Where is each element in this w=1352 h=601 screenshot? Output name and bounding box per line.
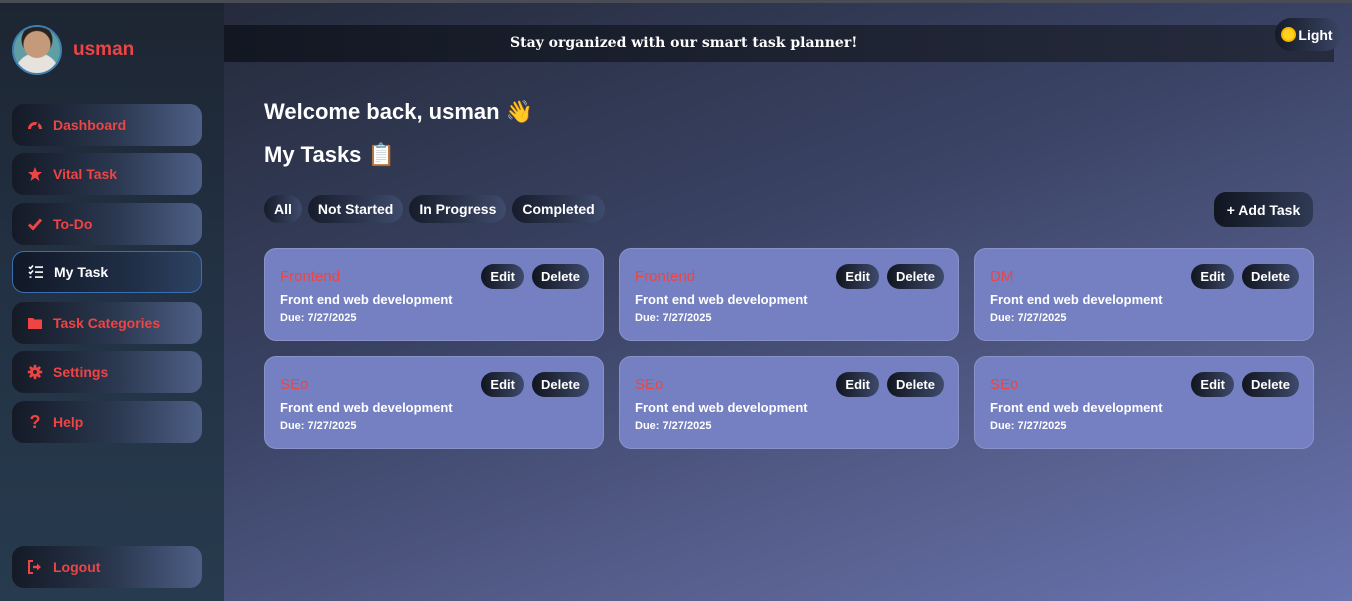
sidebar-item-label: My Task [54,264,109,280]
sidebar-item-help[interactable]: ? Help [12,401,202,443]
sidebar-item-label: Task Categories [53,315,161,331]
sidebar-item-todo[interactable]: To-Do [12,203,202,245]
logout-button[interactable]: Logout [12,546,202,588]
sidebar-item-label: Help [53,414,84,430]
sidebar-item-label: Vital Task [53,166,118,182]
star-icon [26,165,44,183]
logout-icon [26,558,44,576]
task-card: SEo Edit Delete Front end web developmen… [619,356,959,449]
task-category: Frontend [635,268,696,285]
task-description: Front end web development [280,292,453,307]
list-check-icon [27,263,45,281]
delete-button[interactable]: Delete [1241,264,1299,289]
add-task-button[interactable]: + Add Task [1214,192,1313,227]
theme-label: Light [1298,26,1333,43]
delete-button[interactable]: Delete [531,264,589,289]
task-actions: Edit Delete [836,372,944,397]
task-category: DM [990,268,1014,285]
avatar [12,25,62,75]
task-due-date: Due: 7/27/2025 [635,312,712,324]
task-actions: Edit Delete [1191,372,1299,397]
task-description: Front end web development [280,400,453,415]
task-card: SEo Edit Delete Front end web developmen… [264,356,604,449]
task-card-grid: Frontend Edit Delete Front end web devel… [264,248,1314,449]
task-description: Front end web development [635,400,808,415]
edit-button[interactable]: Edit [836,372,879,397]
logout-label: Logout [53,559,101,575]
question-icon: ? [29,412,41,432]
delete-button[interactable]: Delete [1241,372,1299,397]
task-card: SEo Edit Delete Front end web developmen… [974,356,1314,449]
task-description: Front end web development [990,400,1163,415]
banner-text: Stay organized with our smart task plann… [510,35,858,51]
edit-button[interactable]: Edit [836,264,879,289]
task-category: SEo [990,376,1019,393]
filter-completed[interactable]: Completed [512,195,605,223]
edit-button[interactable]: Edit [481,264,524,289]
edit-button[interactable]: Edit [481,372,524,397]
header-banner: Stay organized with our smart task plann… [224,25,1334,62]
task-actions: Edit Delete [1191,264,1299,289]
task-actions: Edit Delete [836,264,944,289]
task-card: Frontend Edit Delete Front end web devel… [619,248,959,341]
task-category: Frontend [280,268,341,285]
sidebar-item-label: To-Do [53,216,93,232]
theme-toggle-button[interactable]: Light [1275,18,1341,51]
delete-button[interactable]: Delete [886,264,944,289]
gear-icon [26,363,44,381]
delete-button[interactable]: Delete [886,372,944,397]
task-description: Front end web development [635,292,808,307]
folder-icon [26,314,44,332]
main-content: Stay organized with our smart task plann… [224,3,1352,601]
edit-button[interactable]: Edit [1191,372,1234,397]
task-due-date: Due: 7/27/2025 [990,420,1067,432]
task-card: DM Edit Delete Front end web development… [974,248,1314,341]
sidebar-item-label: Settings [53,364,109,380]
sidebar-item-task-categories[interactable]: Task Categories [12,302,202,344]
sidebar-item-settings[interactable]: Settings [12,351,202,393]
filter-all[interactable]: All [264,195,302,223]
filter-bar: All Not Started In Progress Completed [264,195,605,223]
sidebar: usman Dashboard Vital Task To-Do My Task… [0,3,224,601]
filter-in-progress[interactable]: In Progress [409,195,507,223]
check-icon [26,215,44,233]
gauge-icon [26,116,44,134]
sidebar-item-dashboard[interactable]: Dashboard [12,104,202,146]
task-description: Front end web development [990,292,1163,307]
welcome-heading: Welcome back, usman 👋 [264,99,534,124]
sidebar-item-label: Dashboard [53,117,127,133]
task-actions: Edit Delete [481,264,589,289]
sun-icon [1283,29,1295,40]
sidebar-item-vital-task[interactable]: Vital Task [12,153,202,195]
task-due-date: Due: 7/27/2025 [280,312,357,324]
sidebar-item-my-task[interactable]: My Task [12,251,202,293]
username: usman [73,39,135,60]
task-due-date: Due: 7/27/2025 [280,420,357,432]
filter-not-started[interactable]: Not Started [307,195,404,223]
task-due-date: Due: 7/27/2025 [635,420,712,432]
task-category: SEo [280,376,309,393]
task-card: Frontend Edit Delete Front end web devel… [264,248,604,341]
task-actions: Edit Delete [481,372,589,397]
user-profile[interactable]: usman [12,25,134,75]
edit-button[interactable]: Edit [1191,264,1234,289]
task-category: SEo [635,376,664,393]
page-title: My Tasks 📋 [264,142,395,167]
task-due-date: Due: 7/27/2025 [990,312,1067,324]
delete-button[interactable]: Delete [531,372,589,397]
